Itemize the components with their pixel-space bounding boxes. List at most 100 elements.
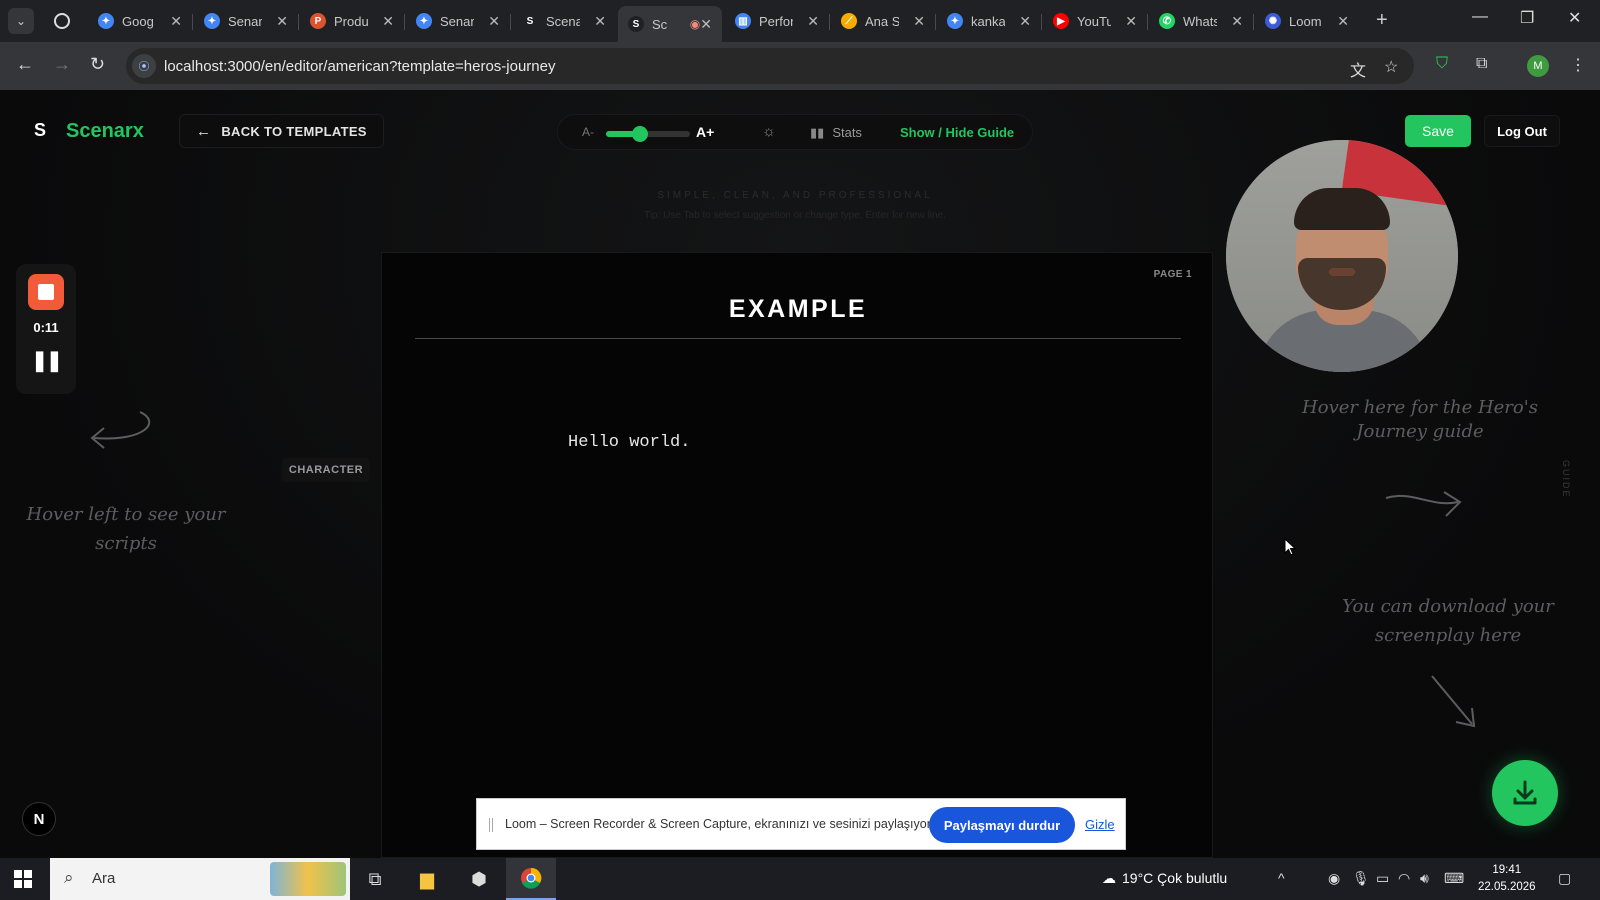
browser-tab[interactable]: ▥ Perfor ✕	[725, 6, 829, 36]
tab-close-icon[interactable]: ✕	[1337, 13, 1349, 30]
keyboard-layout-icon[interactable]: ⌨	[1444, 870, 1464, 887]
forward-icon[interactable]: →	[53, 54, 71, 75]
screenplay-title[interactable]: EXAMPLE	[382, 295, 1214, 324]
tab-favicon-icon: S	[522, 13, 538, 29]
hide-share-bar-link[interactable]: Gizle	[1085, 817, 1115, 832]
tray-chevron-icon[interactable]: ^	[1278, 870, 1285, 886]
download-button[interactable]	[1492, 760, 1558, 826]
back-to-templates-button[interactable]: ← BACK TO TEMPLATES	[179, 114, 384, 148]
file-explorer-icon[interactable]: ▆	[402, 858, 452, 900]
tab-search-button[interactable]: ⌄	[8, 8, 34, 34]
browser-tab[interactable]: ✦ Goog ✕	[88, 6, 192, 36]
translate-icon[interactable]: ⽂	[1350, 57, 1366, 81]
browser-tab[interactable]: S Sc ◉ ✕	[618, 6, 722, 42]
browser-tab[interactable]: ▶ YouTu ✕	[1043, 6, 1147, 36]
chrome-taskbar-icon[interactable]	[506, 858, 556, 900]
download-hint: You can download your screenplay here	[1342, 596, 1554, 646]
new-tab-button[interactable]: +	[1376, 9, 1388, 32]
browser-tab[interactable]: ✦ Senar ✕	[194, 6, 298, 36]
browser-tab[interactable]: ✦ Senar ✕	[406, 6, 510, 36]
taskbar-search-placeholder: Ara	[92, 870, 116, 887]
webcam-bubble[interactable]	[1226, 140, 1458, 372]
tab-close-icon[interactable]: ✕	[594, 13, 606, 30]
tab-favicon-icon: ▥	[735, 13, 751, 29]
back-to-templates-label: BACK TO TEMPLATES	[221, 123, 367, 139]
cube-app-icon[interactable]: ⬢	[454, 858, 504, 900]
tab-separator	[510, 14, 511, 30]
extensions-puzzle-icon[interactable]: ⧉	[1476, 55, 1487, 73]
address-bar[interactable]: ⦿ localhost:3000/en/editor/american?temp…	[126, 48, 1414, 84]
recording-tab-icon[interactable]	[54, 13, 70, 29]
loom-recorder-widget: 0:11 ❚❚	[16, 264, 76, 394]
page-number: PAGE 1	[1153, 269, 1192, 280]
font-decrease-button[interactable]: A-	[582, 125, 594, 139]
stats-button[interactable]: ▮▮ Stats	[810, 125, 862, 141]
profile-avatar[interactable]: M	[1527, 55, 1549, 77]
microphone-icon[interactable]: 🎙︎	[1352, 870, 1370, 887]
tab-separator	[192, 14, 193, 30]
theme-toggle-sun-icon[interactable]: ☼	[762, 123, 776, 140]
tab-favicon-icon: ✦	[947, 13, 963, 29]
webcam-mouth	[1329, 268, 1355, 276]
task-view-icon[interactable]: ⧉	[350, 858, 400, 900]
nextjs-dev-badge[interactable]: N	[22, 802, 56, 836]
shield-extension-icon[interactable]: ⛉	[1436, 55, 1448, 73]
logout-button[interactable]: Log Out	[1484, 115, 1560, 147]
logo-mark: S	[34, 120, 47, 140]
tab-favicon-icon: ▶	[1053, 13, 1069, 29]
show-hide-guide-button[interactable]: Show / Hide Guide	[900, 125, 1014, 140]
tab-close-icon[interactable]: ✕	[382, 13, 394, 30]
recording-timer: 0:11	[33, 320, 59, 335]
tab-separator	[404, 14, 405, 30]
tab-close-icon[interactable]: ✕	[488, 13, 500, 30]
stop-recording-button[interactable]	[28, 274, 64, 310]
minimize-icon[interactable]: —	[1472, 8, 1488, 26]
browser-tab[interactable]: P Produ ✕	[300, 6, 404, 36]
tab-title: Scena	[546, 13, 580, 29]
drag-handle-icon[interactable]	[489, 818, 493, 832]
browser-tab[interactable]: ✺ Loom ✕	[1255, 6, 1359, 36]
logo-text[interactable]: Scenarx	[66, 120, 144, 143]
element-type-badge[interactable]: CHARACTER	[282, 458, 370, 482]
pause-icon[interactable]: ❚❚	[16, 348, 76, 373]
tab-close-icon[interactable]: ✕	[807, 13, 819, 30]
tab-close-icon[interactable]: ✕	[1125, 13, 1137, 30]
webcam-tray-icon[interactable]: ◉	[1328, 870, 1340, 887]
tab-close-icon[interactable]: ✕	[700, 16, 712, 33]
tab-close-icon[interactable]: ✕	[1019, 13, 1031, 30]
curved-arrow-left-icon	[90, 411, 151, 449]
browser-tab[interactable]: S Scena ✕	[512, 6, 616, 36]
wifi-icon[interactable]: ◠	[1398, 870, 1410, 887]
tab-close-icon[interactable]: ✕	[276, 13, 288, 30]
screenplay-page[interactable]: PAGE 1 EXAMPLE Hello world.	[381, 252, 1213, 858]
reload-icon[interactable]: ↻	[90, 54, 105, 75]
menu-kebab-icon[interactable]: ⋮	[1570, 55, 1586, 75]
arrow-right-icon	[1385, 491, 1462, 517]
tab-separator	[1253, 14, 1254, 30]
slider-knob[interactable]	[631, 126, 648, 142]
battery-icon[interactable]: ▭	[1376, 870, 1389, 887]
browser-tab[interactable]: ✆ Whats ✕	[1149, 6, 1253, 36]
taskbar-clock[interactable]: 19:41 22.05.2026	[1478, 862, 1536, 896]
stop-sharing-button[interactable]: Paylaşmayı durdur	[929, 807, 1075, 843]
url-text[interactable]: localhost:3000/en/editor/american?templa…	[164, 58, 556, 75]
tab-close-icon[interactable]: ✕	[170, 13, 182, 30]
browser-tab[interactable]: ⟋ Ana S ✕	[831, 6, 935, 36]
site-info-icon[interactable]: ⦿	[132, 54, 156, 78]
windows-start-icon[interactable]	[14, 870, 32, 888]
browser-tab[interactable]: ✦ kanka ✕	[937, 6, 1041, 36]
weather-widget[interactable]: ☁ 19°C Çok bulutlu	[1102, 870, 1227, 887]
taskbar-search[interactable]: ⌕ Ara	[50, 858, 350, 900]
notifications-icon[interactable]: ▢	[1558, 870, 1571, 887]
back-icon[interactable]: ←	[16, 54, 34, 75]
close-window-icon[interactable]: ✕	[1568, 8, 1581, 28]
tab-close-icon[interactable]: ✕	[1231, 13, 1243, 30]
restore-icon[interactable]: ❐	[1520, 8, 1534, 28]
screenplay-line[interactable]: Hello world.	[568, 433, 690, 452]
volume-icon[interactable]: 🔊︎	[1420, 870, 1429, 887]
font-size-slider[interactable]	[606, 126, 690, 142]
bookmark-star-icon[interactable]: ☆	[1384, 57, 1398, 77]
guide-side-tab[interactable]: GUIDE	[1561, 460, 1571, 499]
font-increase-button[interactable]: A+	[696, 124, 714, 140]
tab-close-icon[interactable]: ✕	[913, 13, 925, 30]
